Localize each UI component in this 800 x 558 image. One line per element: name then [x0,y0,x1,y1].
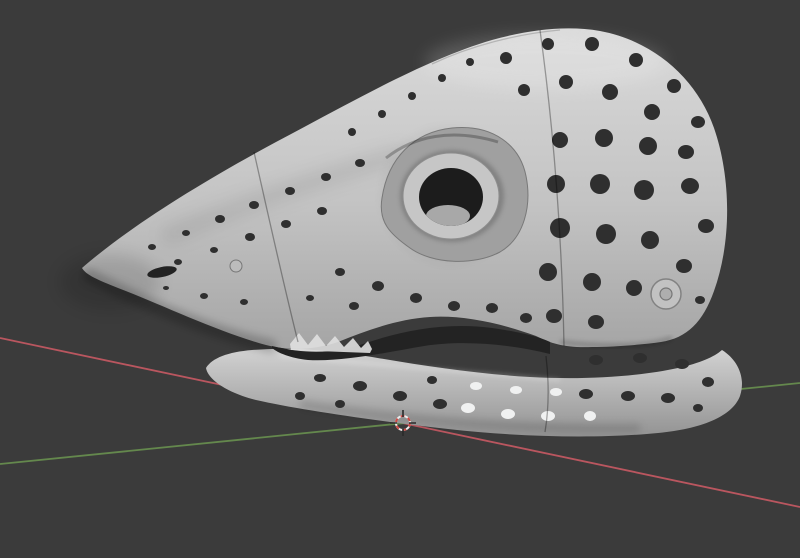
vent-hole [550,388,562,396]
vent-hole [542,38,554,50]
vent-hole [335,268,345,276]
vent-hole [676,259,692,273]
vent-hole [378,110,386,118]
vent-hole [546,309,562,323]
vent-hole [355,159,365,167]
vent-hole [408,92,416,100]
vent-hole [588,315,604,329]
vent-hole [410,293,422,303]
vent-hole [148,244,156,250]
vent-hole [433,399,447,409]
vent-hole [583,273,601,291]
vent-hole [579,389,593,399]
vent-hole [626,280,642,296]
vent-hole [317,207,327,215]
vent-hole [698,219,714,233]
vent-hole [552,132,568,148]
eye-assembly [380,127,529,262]
vent-hole [518,84,530,96]
vent-hole [249,201,259,209]
vent-hole [182,230,190,236]
vent-hole [520,313,532,323]
snout-button [229,259,243,273]
vent-hole [693,404,703,412]
vent-hole [639,137,657,155]
vent-hole [661,393,675,403]
vent-hole [702,377,714,387]
vent-hole [695,296,705,304]
vent-hole [675,359,689,369]
vent-hole [210,247,218,253]
vent-hole [245,233,255,241]
vent-hole [589,355,603,365]
vent-hole [691,116,705,128]
vent-hole [629,53,643,67]
vent-hole [427,376,437,384]
vent-hole [348,128,356,136]
vent-hole [448,301,460,311]
vent-hole [200,293,208,299]
vent-hole [501,409,515,419]
vent-hole [306,295,314,301]
vent-hole [335,400,345,408]
vent-hole [215,215,225,223]
vent-hole [584,411,596,421]
vent-hole [595,129,613,147]
vent-hole [681,178,699,194]
viewport-canvas[interactable] [0,0,800,558]
vent-hole [634,180,654,200]
vent-hole [596,224,616,244]
vent-hole [539,263,557,281]
vent-hole [559,75,573,89]
vent-hole [641,231,659,249]
hinge-disc [650,278,682,310]
vent-hole [590,174,610,194]
vent-hole [510,386,522,394]
vent-hole [644,104,660,120]
vent-hole [240,299,248,305]
vent-hole [314,374,326,382]
vent-hole [321,173,331,181]
vent-hole [353,381,367,391]
vent-hole [438,74,446,82]
vent-hole [678,145,694,159]
vent-hole [349,302,359,310]
vent-hole [466,58,474,66]
vent-hole [486,303,498,313]
vent-hole [461,403,475,413]
vent-hole [295,392,305,400]
vent-hole [285,187,295,195]
vent-hole [174,259,182,265]
vent-hole [585,37,599,51]
vent-hole [500,52,512,64]
vent-hole [393,391,407,401]
vent-hole [667,79,681,93]
3d-viewport[interactable] [0,0,800,558]
vent-hole [602,84,618,100]
vent-hole [281,220,291,228]
vent-hole [470,382,482,390]
vent-hole [621,391,635,401]
hinge-pin [659,287,673,301]
vent-hole [163,286,169,290]
vent-hole [633,353,647,363]
vent-hole [372,281,384,291]
